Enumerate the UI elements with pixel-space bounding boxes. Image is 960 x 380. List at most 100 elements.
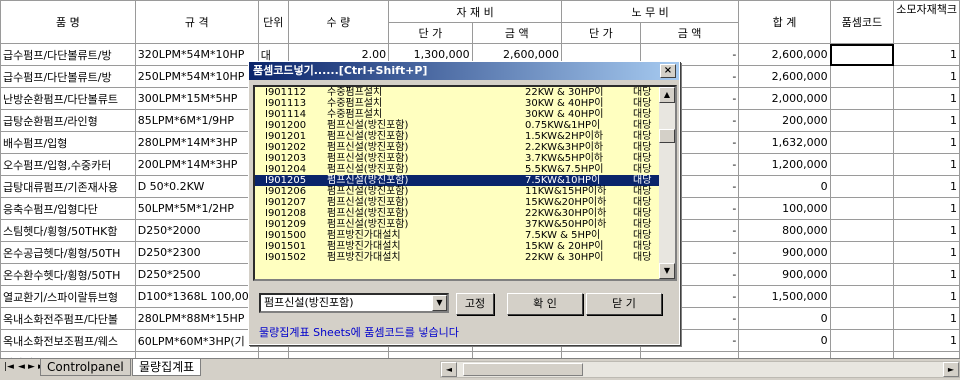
list-item[interactable]: I901203 펌프신설(방진포함) 3.7KW&5HP이하 대당 bbox=[255, 153, 675, 164]
header-labor[interactable]: 노 무 비 bbox=[560, 0, 740, 23]
header-total[interactable]: 합 계 bbox=[738, 0, 831, 44]
cell-extra[interactable]: 1 bbox=[893, 87, 960, 110]
scroll-up-icon[interactable]: ▲ bbox=[659, 87, 675, 103]
dropdown-arrow-icon[interactable]: ▼ bbox=[432, 295, 447, 311]
cell-code[interactable] bbox=[829, 197, 895, 220]
cell-spec[interactable]: 280LPM*88M*15HP bbox=[134, 307, 259, 330]
cell-extra[interactable]: 1 bbox=[893, 241, 960, 264]
close-button[interactable]: 닫 기 bbox=[586, 293, 662, 315]
list-item[interactable]: I901204 펌프신설(방진포함) 5.5KW&7.5HP이 대당 bbox=[255, 164, 675, 175]
cell-extra[interactable]: 1 bbox=[893, 65, 960, 88]
cell-extra[interactable]: 1 bbox=[893, 285, 960, 308]
list-item[interactable]: I901205 펌프신설(방진포함) 7.5KW&10HP이 대당 bbox=[255, 175, 675, 186]
list-item[interactable]: I901113 수중펌프설치 30KW & 40HP이 대당 bbox=[255, 98, 675, 109]
tab-quantity-summary[interactable]: 물량집계표 bbox=[132, 359, 202, 376]
cell-spec[interactable]: D250*2300 bbox=[134, 241, 259, 264]
tab-controlpanel[interactable]: Controlpanel bbox=[40, 359, 131, 376]
header-lab-amount[interactable]: 금 액 bbox=[639, 22, 740, 44]
cell-extra[interactable]: 1 bbox=[893, 43, 960, 66]
cell-total[interactable]: 2,000,000 bbox=[738, 87, 831, 110]
list-item[interactable]: I901202 펌프신설(방진포함) 2.2KW&3HP이하 대당 bbox=[255, 142, 675, 153]
cell-spec[interactable]: 200LPM*14M*3HP bbox=[134, 153, 259, 176]
header-qty[interactable]: 수 량 bbox=[287, 0, 390, 44]
list-item[interactable]: I901501 펌프방진가대설치 15KW & 20HP이 대당 bbox=[255, 241, 675, 252]
cell-extra[interactable]: 1 bbox=[893, 131, 960, 154]
list-item[interactable]: I901206 펌프신설(방진포함) 11KW&15HP이하 대당 bbox=[255, 186, 675, 197]
fix-button[interactable]: 고정 bbox=[456, 293, 494, 315]
cell-total[interactable]: 200,000 bbox=[738, 109, 831, 132]
cell-spec[interactable]: 280LPM*14M*3HP bbox=[134, 131, 259, 154]
cell-extra[interactable]: 1 bbox=[893, 263, 960, 286]
header-code[interactable]: 품셈코드 bbox=[829, 0, 895, 44]
cell-spec[interactable]: D250*2000 bbox=[134, 219, 259, 242]
cell-extra[interactable]: 1 bbox=[893, 197, 960, 220]
list-item[interactable]: I901207 펌프신설(방진포함) 15KW&20HP이하 대당 bbox=[255, 197, 675, 208]
cell-spec[interactable]: D100*1368L 100,000 bbox=[134, 285, 259, 308]
cell-item[interactable]: 옥내소화전보조펌프/웨스 bbox=[0, 329, 136, 352]
list-item[interactable]: I901114 수중펌프설치 30KW & 40HP이 대당 bbox=[255, 109, 675, 120]
cell-code[interactable] bbox=[829, 285, 895, 308]
next-sheet-arrow-icon[interactable]: ► bbox=[28, 362, 35, 372]
cell-extra[interactable]: 1 bbox=[893, 175, 960, 198]
cell-code[interactable] bbox=[829, 65, 895, 88]
cell-item[interactable]: 옥내소화전주펌프/다단볼 bbox=[0, 307, 136, 330]
cell-item[interactable]: 오수펌프/입형,수중카터 bbox=[0, 153, 136, 176]
cell-spec[interactable]: D 50*0.2KW bbox=[134, 175, 259, 198]
header-material[interactable]: 자 재 비 bbox=[388, 0, 562, 23]
cell-code[interactable] bbox=[829, 87, 895, 110]
cell-item[interactable]: 온수환수헷다/횡형/50TH bbox=[0, 263, 136, 286]
cell-spec[interactable]: 250LPM*54M*10HP bbox=[134, 65, 259, 88]
cell-code[interactable] bbox=[829, 307, 895, 330]
cell-spec[interactable]: D250*2500 bbox=[134, 263, 259, 286]
cell-spec[interactable]: 50LPM*5M*1/2HP bbox=[134, 197, 259, 220]
list-item[interactable]: I901200 펌프신설(방진포함) 0.75KW&1HP이 대당 bbox=[255, 120, 675, 131]
scroll-down-icon[interactable]: ▼ bbox=[659, 263, 675, 279]
cell-item[interactable]: 스팀헷다/횡형/50THK함 bbox=[0, 219, 136, 242]
list-item[interactable]: I901112 수중펌프설치 22KW & 30HP이 대당 bbox=[255, 87, 675, 98]
cell-extra[interactable]: 1 bbox=[893, 153, 960, 176]
list-item[interactable]: I901502 펌프방진가대설치 22KW & 30HP이 대당 bbox=[255, 252, 675, 263]
header-mat-amount[interactable]: 금 액 bbox=[471, 22, 562, 44]
cell-spec[interactable]: 300LPM*15M*5HP bbox=[134, 87, 259, 110]
cell-spec[interactable]: 85LPM*6M*1/9HP bbox=[134, 109, 259, 132]
cell-total[interactable]: 100,000 bbox=[738, 197, 831, 220]
cell-code[interactable] bbox=[829, 241, 895, 264]
list-scroll-thumb[interactable] bbox=[659, 129, 675, 143]
scroll-right-icon[interactable]: ► bbox=[943, 362, 959, 377]
cell-extra[interactable]: 1 bbox=[893, 109, 960, 132]
cell-item[interactable]: 급탕대류펌프/기존재사용 bbox=[0, 175, 136, 198]
header-spec[interactable]: 규 격 bbox=[134, 0, 259, 44]
cell-total[interactable]: 2,600,000 bbox=[738, 65, 831, 88]
cell-code[interactable] bbox=[829, 109, 895, 132]
cell-code[interactable] bbox=[829, 131, 895, 154]
header-unit[interactable]: 단위 bbox=[257, 0, 289, 44]
cell-item[interactable]: 난방순환펌프/다단볼류트 bbox=[0, 87, 136, 110]
code-listbox[interactable]: I901112 수중펌프설치 22KW & 30HP이 대당 I901113 수중펌프설치… bbox=[253, 85, 677, 281]
cell-total[interactable]: 1,500,000 bbox=[738, 285, 831, 308]
cell-item[interactable]: 급수펌프/다단볼류트/방 bbox=[0, 65, 136, 88]
category-combobox[interactable]: 펌프신설(방진포함) ▼ bbox=[259, 293, 449, 313]
dialog-title[interactable]: 품셈코드넣기......[Ctrl+Shift+P] bbox=[249, 62, 679, 80]
cell-extra[interactable]: 1 bbox=[893, 219, 960, 242]
cell-extra[interactable]: 1 bbox=[893, 329, 960, 352]
list-item[interactable]: I901500 펌프방진가대설치 7.5KW & 5HP이 대당 bbox=[255, 230, 675, 241]
cell-code[interactable] bbox=[829, 329, 895, 352]
list-vertical-scrollbar[interactable]: ▲ ▼ bbox=[659, 87, 675, 279]
scroll-left-icon[interactable]: ◄ bbox=[441, 362, 457, 377]
cell-total[interactable]: 2,600,000 bbox=[738, 43, 831, 66]
list-item[interactable]: I901209 펌프신설(방진포함) 37KW&50HP이하 대당 bbox=[255, 219, 675, 230]
prev-sheet-arrow-icon[interactable]: ◄ bbox=[18, 362, 25, 372]
cell-code[interactable] bbox=[829, 43, 895, 66]
header-extra[interactable]: 소모자재책크 bbox=[893, 0, 960, 44]
close-icon[interactable]: × bbox=[660, 64, 676, 78]
cell-total[interactable]: 800,000 bbox=[738, 219, 831, 242]
ok-button[interactable]: 확 인 bbox=[507, 293, 583, 315]
scroll-thumb[interactable] bbox=[463, 363, 583, 376]
cell-total[interactable]: 0 bbox=[738, 329, 831, 352]
cell-item[interactable]: 열교환기/스파이랄튜브형 bbox=[0, 285, 136, 308]
list-item[interactable]: I901208 펌프신설(방진포함) 22KW&30HP이하 대당 bbox=[255, 208, 675, 219]
header-item[interactable]: 품 명 bbox=[0, 0, 136, 44]
cell-item[interactable]: 급수펌프/다단볼류트/방 bbox=[0, 43, 136, 66]
cell-item[interactable]: 배수펌프/입형 bbox=[0, 131, 136, 154]
cell-total[interactable]: 900,000 bbox=[738, 241, 831, 264]
